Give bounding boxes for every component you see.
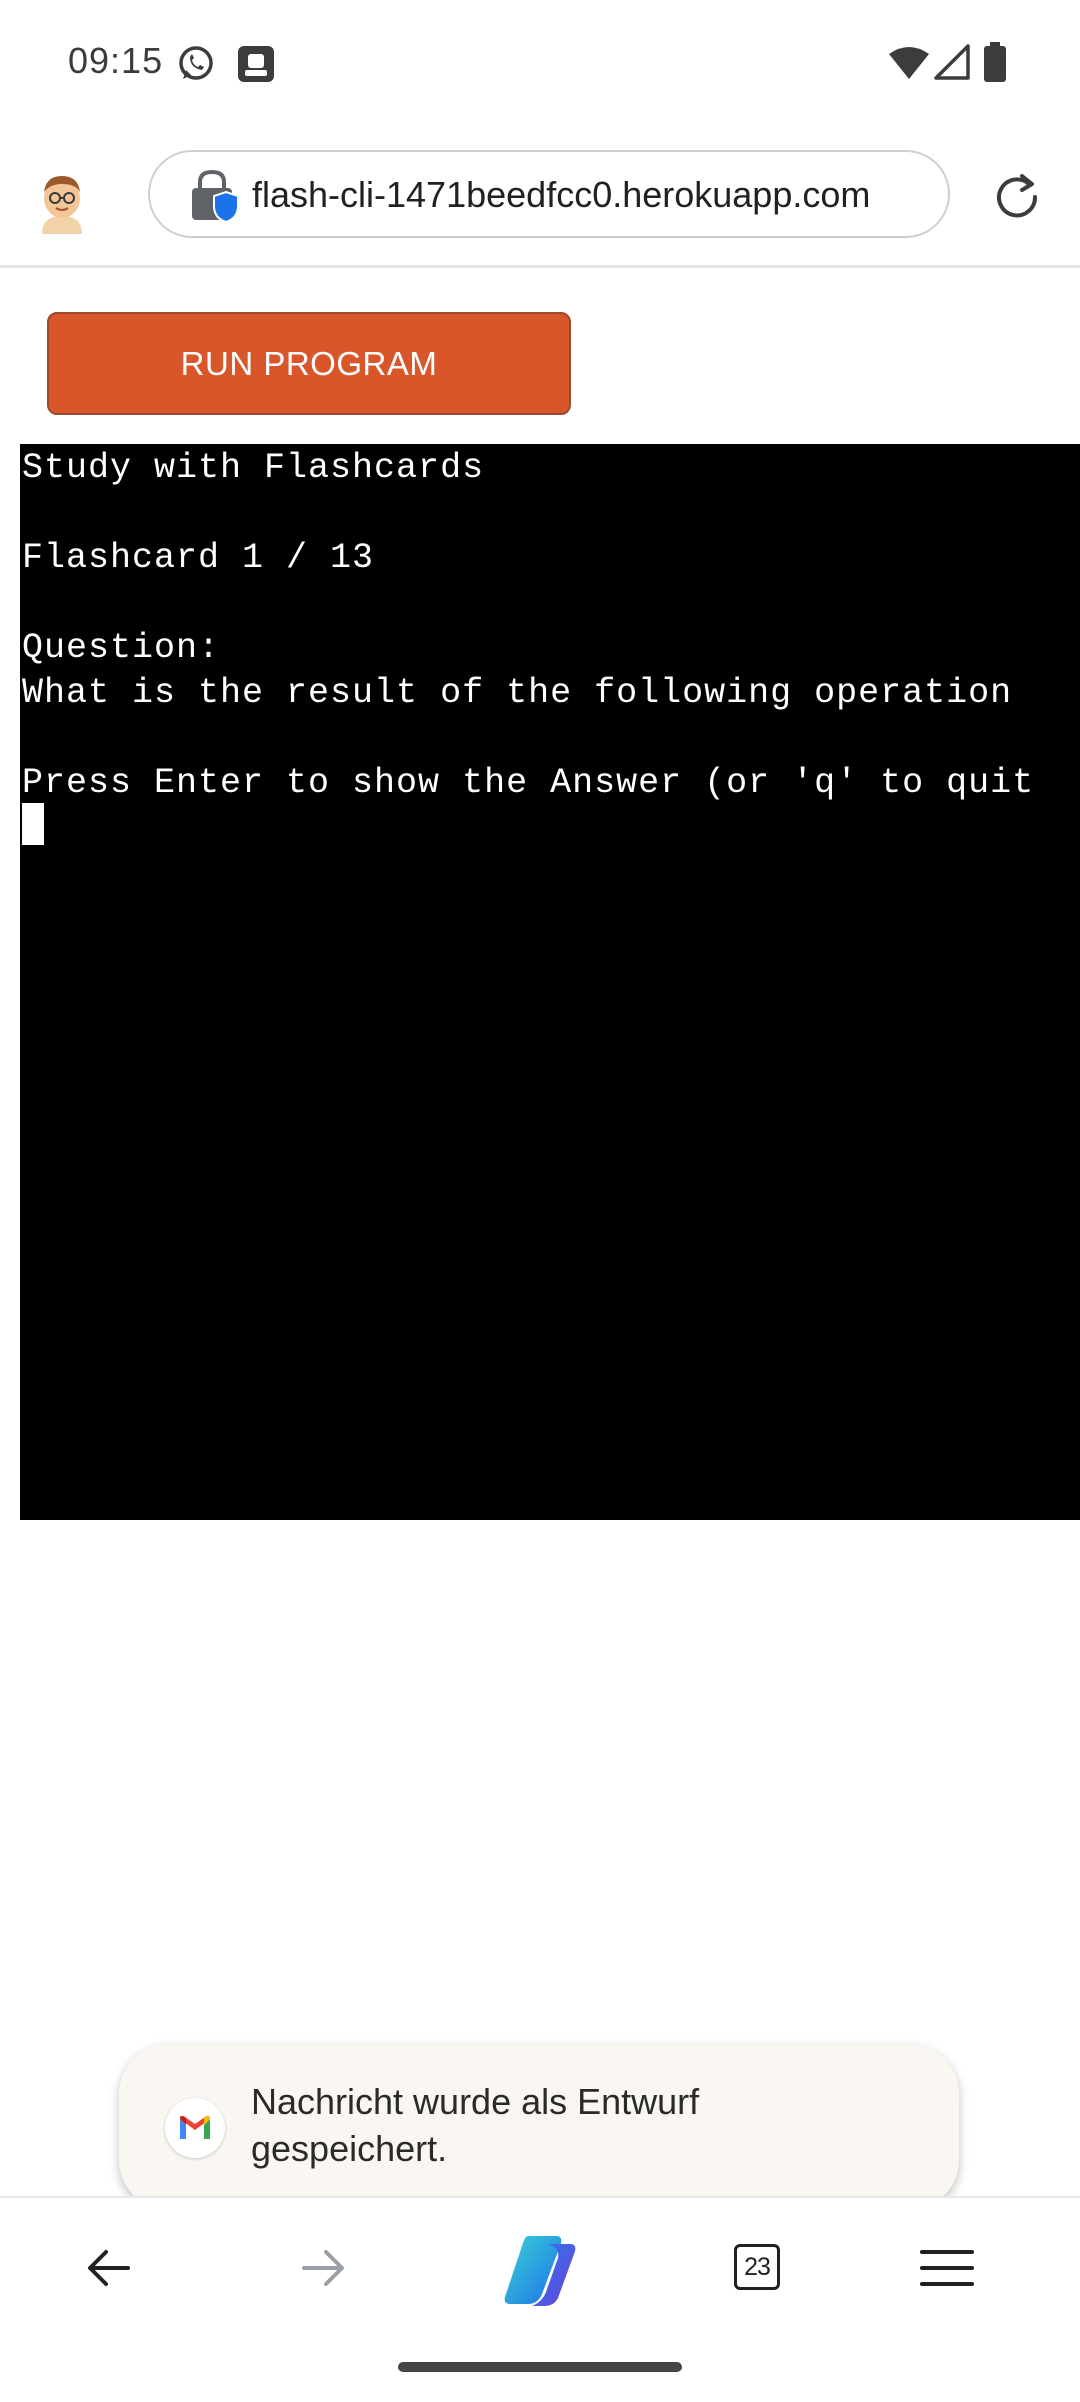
menu-icon[interactable]	[920, 2248, 974, 2288]
terminal-line: Study with Flashcards	[22, 448, 485, 488]
status-bar: 09:15	[0, 0, 1080, 130]
profile-avatar[interactable]	[32, 170, 92, 234]
status-time: 09:15	[68, 40, 164, 81]
terminal-line: Flashcard 1 / 13	[22, 538, 375, 578]
forward-icon[interactable]	[300, 2246, 346, 2290]
gmail-badge	[165, 2098, 225, 2158]
whatsapp-icon	[179, 46, 213, 80]
battery-icon	[984, 42, 1006, 82]
url-text: flash-cli-1471beedfcc0.herokuapp.com	[252, 174, 871, 215]
copilot-icon[interactable]	[498, 2232, 582, 2308]
terminal-line: Question:	[22, 628, 221, 668]
browser-toolbar: flash-cli-1471beedfcc0.herokuapp.com	[0, 130, 1080, 268]
terminal-window[interactable]: Study with Flashcards Flashcard 1 / 13 Q…	[20, 444, 1080, 1520]
terminal-line: Press Enter to show the Answer (or 'q' t…	[22, 763, 1035, 803]
notification-app-icon	[238, 46, 274, 82]
reload-icon[interactable]	[990, 170, 1044, 224]
toast-message: Nachricht wurde als Entwurf gespeichert.	[251, 2081, 700, 2169]
home-indicator[interactable]	[398, 2362, 682, 2372]
address-bar[interactable]: flash-cli-1471beedfcc0.herokuapp.com	[148, 150, 950, 238]
lock-shield-icon[interactable]	[188, 170, 240, 224]
wifi-icon	[889, 47, 929, 79]
run-program-button[interactable]: RUN PROGRAM	[47, 312, 571, 415]
back-icon[interactable]	[86, 2246, 132, 2290]
terminal-line: What is the result of the following oper…	[22, 673, 1013, 713]
snackbar-toast: Nachricht wurde als Entwurf gespeichert.	[119, 2044, 959, 2210]
tab-count: 23	[744, 2252, 771, 2281]
signal-icon	[934, 44, 970, 80]
gmail-icon	[180, 2116, 210, 2139]
terminal-cursor	[22, 803, 44, 845]
tabs-icon[interactable]: 23	[734, 2244, 780, 2290]
